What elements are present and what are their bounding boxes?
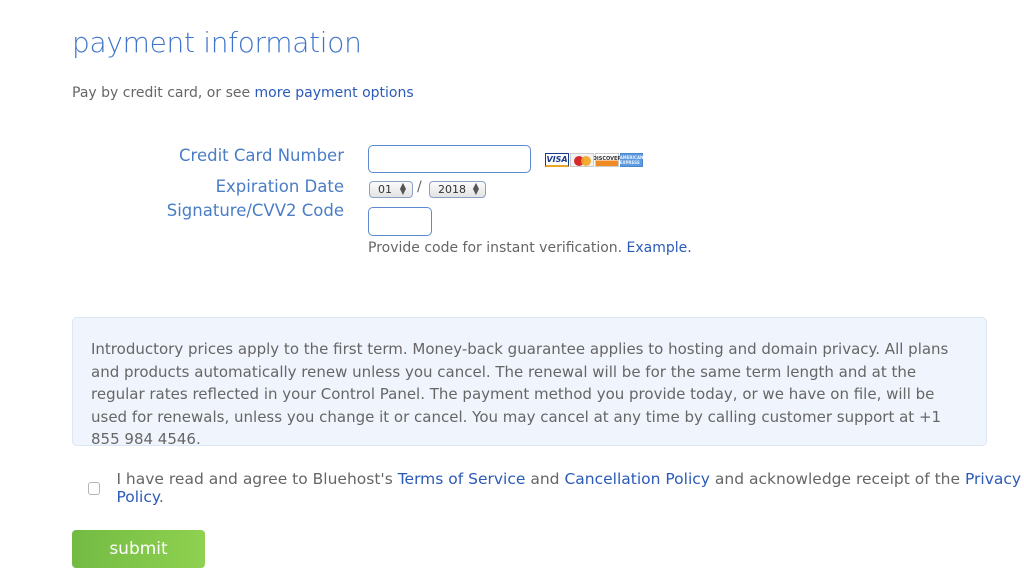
submit-button[interactable]: submit (72, 530, 205, 568)
cvv-label: Signature/CVV2 Code (166, 201, 344, 220)
terms-agreement: I have read and agree to Bluehost's Term… (88, 470, 1024, 506)
mastercard-icon (570, 153, 594, 167)
expiration-month-select[interactable]: 01 ▲ ▼ (369, 181, 413, 198)
terms-checkbox[interactable] (88, 481, 101, 495)
cvv-example-link[interactable]: Example. (627, 240, 692, 256)
terms-of-service-link[interactable]: Terms of Service (398, 470, 526, 488)
discover-icon: DISCOVER (593, 153, 621, 167)
credit-card-number-label: Credit Card Number (179, 146, 344, 165)
agreement-text-part: . (158, 488, 164, 506)
cvv-help: Provide code for instant verification. E… (368, 240, 692, 256)
expiration-year-value: 2018 (438, 183, 466, 196)
page-title: payment information (72, 26, 362, 59)
agreement-text-part: and (525, 470, 565, 488)
expiration-separator: / (417, 179, 422, 195)
expiration-year-select[interactable]: 2018 ▲ ▼ (429, 181, 486, 198)
more-payment-options-link[interactable]: more payment options (255, 85, 414, 101)
credit-card-number-input[interactable] (368, 145, 531, 173)
accepted-cards: VISA DISCOVER AMERICAN EXPRESS (545, 153, 643, 167)
terms-agreement-text: I have read and agree to Bluehost's Term… (116, 470, 1024, 506)
agreement-text-part: I have read and agree to Bluehost's (116, 470, 398, 488)
cvv-input[interactable] (368, 207, 432, 236)
payment-subtitle: Pay by credit card, or see more payment … (72, 85, 414, 101)
agreement-text-part: and acknowledge receipt of the (709, 470, 965, 488)
renewal-notice-text: Introductory prices apply to the first t… (91, 340, 949, 448)
subtitle-text: Pay by credit card, or see (72, 85, 255, 101)
select-arrows-icon: ▲ ▼ (472, 181, 479, 196)
expiration-date-label: Expiration Date (215, 177, 344, 196)
amex-icon: AMERICAN EXPRESS (619, 153, 644, 167)
visa-icon: VISA (545, 153, 569, 167)
cvv-help-text: Provide code for instant verification. (368, 240, 627, 256)
select-arrows-icon: ▲ ▼ (399, 181, 406, 196)
cancellation-policy-link[interactable]: Cancellation Policy (564, 470, 710, 488)
expiration-month-value: 01 (378, 183, 392, 196)
renewal-notice: Introductory prices apply to the first t… (72, 317, 987, 448)
